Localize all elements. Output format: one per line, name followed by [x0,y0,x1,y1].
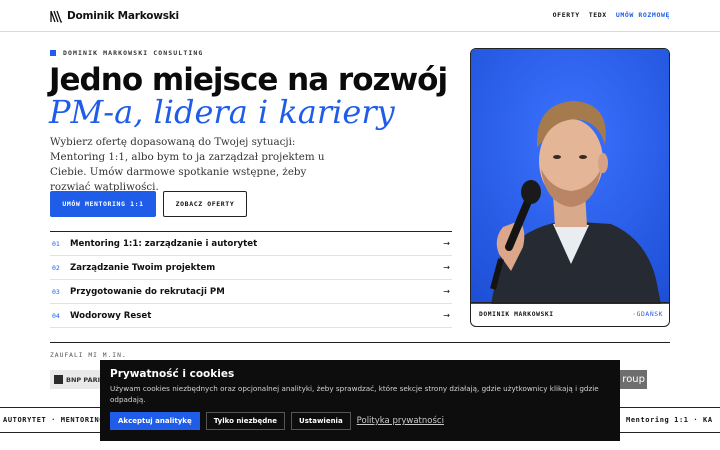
cookie-title: Prywatność i cookies [110,368,235,380]
accept-analytics-button[interactable]: Akceptuj analitykę [110,412,200,430]
ticker-text: AUTORYTET · MENTORING [3,416,105,424]
offer-label: Mentoring 1:1: zarządzanie i autorytet [70,238,258,249]
portrait-caption: DOMINIK MARKOWSKI ·GDAŃSK [471,302,669,326]
nav-link-oferty[interactable]: OFERTY [553,11,580,19]
nav-link-book-call[interactable]: UMÓW ROZMOWĘ [616,11,670,19]
section-divider [50,342,670,343]
cookie-description: Używam cookies niezbędnych oraz opcjonal… [110,384,599,404]
nav-link-tedx[interactable]: TEDX [589,11,607,19]
logo-text: Dominik Markowski [67,10,179,22]
offer-item-hydrogen-reset[interactable]: 04 Wodorowy Reset → [50,304,452,328]
ticker-text: Mentoring 1:1 · KA [626,416,713,424]
offer-label: Przygotowanie do rekrutacji PM [70,286,225,297]
portrait-city: ·GDAŃSK [632,311,663,318]
speaker-portrait-illustration [471,49,669,304]
offer-label: Zarządzanie Twoim projektem [70,262,216,273]
site-logo[interactable]: Dominik Markowski [50,9,179,23]
eyebrow-text: DOMINIK MARKOWSKI CONSULTING [63,49,204,57]
hero-eyebrow: DOMINIK MARKOWSKI CONSULTING [50,49,203,57]
arrow-right-icon: → [443,239,450,248]
client-logo-bnp: BNP PARI [50,370,106,389]
cookie-settings-button[interactable]: Ustawienia [291,412,351,430]
offer-item-mentoring[interactable]: 01 Mentoring 1:1: zarządzanie i autoryte… [50,232,452,256]
hero-title-accent: PM-a, lidera i kariery [49,93,395,131]
client-logo-text: roup [622,374,645,385]
site-header: Dominik Markowski OFERTY TEDX UMÓW ROZMO… [0,0,720,32]
offer-number: 02 [52,263,60,272]
necessary-only-button[interactable]: Tylko niezbędne [205,412,286,430]
cookie-actions: Akceptuj analitykę Tylko niezbędne Ustaw… [110,412,444,430]
portrait-name: DOMINIK MARKOWSKI [479,311,554,318]
book-mentoring-button[interactable]: UMÓW MENTORING 1:1 [50,191,156,217]
eyebrow-square-icon [50,50,56,56]
offer-label: Wodorowy Reset [70,310,152,321]
bnp-logo-icon [54,375,63,384]
main-nav: OFERTY TEDX UMÓW ROZMOWĘ [553,11,670,19]
see-offers-button[interactable]: ZOBACZ OFERTY [163,191,247,217]
hero-lead: Wybierz ofertę dopasowaną do Twojej sytu… [50,136,325,193]
privacy-policy-link[interactable]: Polityka prywatności [357,416,444,426]
offer-number: 04 [52,311,60,320]
offer-item-project[interactable]: 02 Zarządzanie Twoim projektem → [50,256,452,280]
arrow-right-icon: → [443,263,450,272]
logo-mark-icon [50,10,62,23]
arrow-right-icon: → [443,287,450,296]
arrow-right-icon: → [443,311,450,320]
trusted-by-label: ZAUFALI MI M.IN. [50,352,127,359]
portrait-photo [471,49,669,304]
client-logo-text: BNP PARI [66,375,101,384]
portrait-card: DOMINIK MARKOWSKI ·GDAŃSK [470,48,670,327]
offer-item-recruitment[interactable]: 03 Przygotowanie do rekrutacji PM → [50,280,452,304]
offer-list: 01 Mentoring 1:1: zarządzanie i autoryte… [50,231,452,328]
offer-number: 01 [52,239,60,248]
cookie-banner: Prywatność i cookies Używam cookies niez… [100,360,620,441]
offer-number: 03 [52,287,60,296]
